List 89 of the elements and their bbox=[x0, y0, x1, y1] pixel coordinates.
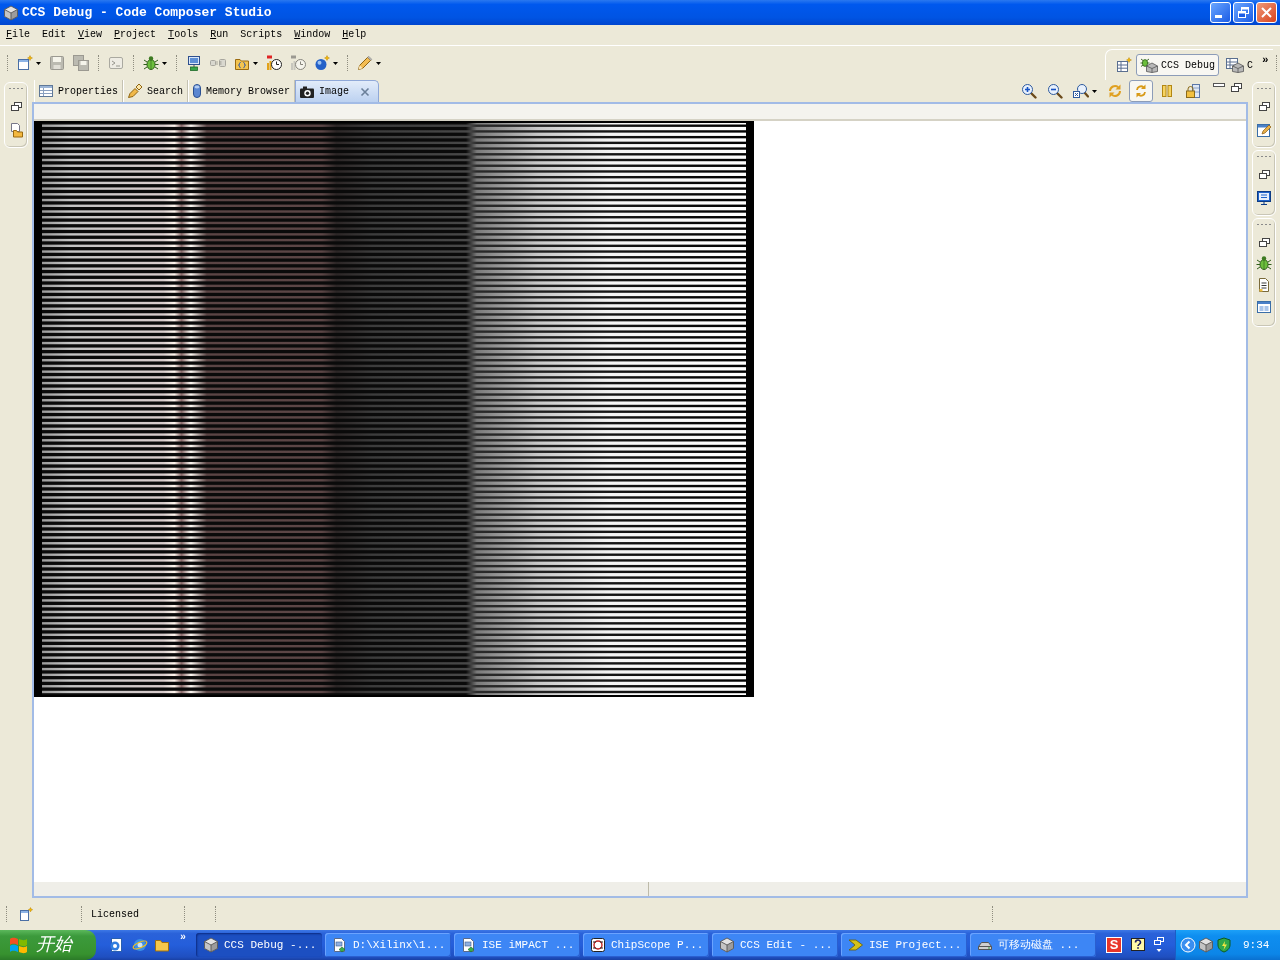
chevron-left-icon[interactable] bbox=[1180, 937, 1196, 953]
restore-icon bbox=[1231, 83, 1242, 92]
pencil-icon bbox=[357, 55, 373, 71]
restore-button[interactable] bbox=[1256, 169, 1272, 180]
monitor-icon bbox=[1256, 190, 1272, 206]
restore-button[interactable] bbox=[1256, 101, 1272, 112]
perspective-button[interactable]: CCS Debug bbox=[1136, 54, 1219, 76]
page-icon[interactable] bbox=[108, 937, 124, 953]
cube-icon bbox=[719, 937, 735, 953]
window-icon bbox=[1256, 299, 1272, 315]
folder-icon bbox=[8, 122, 24, 138]
start-button[interactable]: 开始 bbox=[0, 930, 96, 960]
chip-icon bbox=[590, 937, 606, 953]
flag-icon bbox=[8, 935, 30, 955]
minimize-button[interactable] bbox=[1210, 2, 1231, 23]
table-plus-icon bbox=[1116, 57, 1132, 73]
minimize-icon bbox=[1215, 15, 1222, 18]
clock-text: 9:34 bbox=[1243, 937, 1270, 953]
task-button[interactable]: D:\Xilinx\1... bbox=[325, 933, 451, 957]
overflow-button[interactable]: » bbox=[1260, 51, 1271, 69]
task-button[interactable]: 可移动磁盘 ... bbox=[970, 933, 1096, 957]
bug-icon bbox=[1256, 255, 1272, 271]
notepad-icon bbox=[1256, 122, 1272, 138]
windows-icon[interactable] bbox=[1154, 937, 1164, 953]
task-button[interactable]: ISE iMPACT ... bbox=[454, 933, 580, 957]
restore-icon bbox=[1238, 7, 1249, 18]
zoom-out-icon bbox=[1047, 83, 1063, 99]
cube-icon bbox=[203, 937, 219, 953]
table-icon bbox=[38, 83, 54, 99]
zoom-in-icon bbox=[1021, 83, 1037, 99]
sync-icon bbox=[1133, 83, 1149, 99]
sphere-icon bbox=[314, 55, 330, 71]
menu-item[interactable]: Edit bbox=[36, 26, 73, 44]
floppies-icon bbox=[73, 55, 89, 71]
task-button[interactable]: CCS Edit - ... bbox=[712, 933, 838, 957]
task-button[interactable]: ISE Project... bbox=[841, 933, 967, 957]
restore-icon bbox=[1258, 102, 1270, 111]
menu-item[interactable]: View bbox=[72, 26, 109, 44]
menu-item[interactable]: Run bbox=[204, 26, 235, 44]
view-tab[interactable]: Image bbox=[295, 80, 380, 102]
bug-icon bbox=[143, 55, 159, 71]
pen-icon bbox=[127, 83, 143, 99]
lock-icon bbox=[1185, 83, 1201, 99]
new-window-icon bbox=[17, 55, 33, 71]
computer-icon bbox=[186, 55, 202, 71]
bug-cube-icon bbox=[1140, 57, 1158, 73]
menu-item[interactable]: File bbox=[0, 26, 37, 44]
shield-icon[interactable] bbox=[1216, 937, 1232, 953]
restore-icon bbox=[1258, 238, 1270, 247]
menu-item[interactable]: Project bbox=[108, 26, 163, 44]
menu-item[interactable]: Window bbox=[288, 26, 337, 44]
maximize-button[interactable] bbox=[1233, 2, 1254, 23]
close-icon bbox=[1261, 7, 1272, 18]
task-button[interactable]: ChipScope P... bbox=[583, 933, 709, 957]
close-button[interactable] bbox=[1256, 2, 1277, 23]
columns-icon bbox=[1159, 83, 1175, 99]
tray-logo[interactable]: S bbox=[1106, 937, 1122, 953]
restore-button[interactable] bbox=[1256, 237, 1272, 248]
perspective-button[interactable]: C bbox=[1222, 54, 1258, 76]
clock-icon bbox=[266, 55, 282, 71]
magnifier-icon bbox=[1073, 83, 1089, 99]
cube-icon bbox=[3, 4, 19, 21]
chevron-icon bbox=[848, 937, 864, 953]
clock-icon bbox=[290, 55, 306, 71]
quick-launch-more-button[interactable]: » bbox=[180, 933, 186, 943]
window-title: CCS Debug - Code Composer Studio bbox=[22, 4, 272, 21]
close-icon bbox=[360, 86, 371, 97]
restore-icon bbox=[10, 102, 22, 111]
refresh-icon bbox=[1107, 83, 1123, 99]
document-icon bbox=[461, 937, 477, 953]
restore-button[interactable] bbox=[8, 101, 24, 112]
floppy-icon bbox=[49, 55, 65, 71]
terminal-icon bbox=[108, 55, 124, 71]
menu-item[interactable]: Tools bbox=[162, 26, 205, 44]
document-icon bbox=[332, 937, 348, 953]
window-plus-icon bbox=[19, 907, 33, 921]
globe-icon[interactable] bbox=[132, 937, 148, 953]
table-cube-icon bbox=[1226, 57, 1244, 73]
menu-item[interactable]: Scripts bbox=[234, 26, 289, 44]
restore-icon bbox=[1258, 170, 1270, 179]
folder-icon[interactable] bbox=[154, 937, 170, 953]
task-button[interactable]: CCS Debug -... bbox=[196, 933, 322, 957]
cylinder-icon bbox=[192, 83, 203, 99]
status-text: Licensed bbox=[91, 907, 139, 922]
document-icon bbox=[1256, 277, 1272, 293]
question-icon[interactable] bbox=[1130, 937, 1146, 953]
menu-item[interactable]: Help bbox=[336, 26, 373, 44]
minimize-icon bbox=[1213, 83, 1225, 87]
cube-icon bbox=[1198, 937, 1214, 953]
